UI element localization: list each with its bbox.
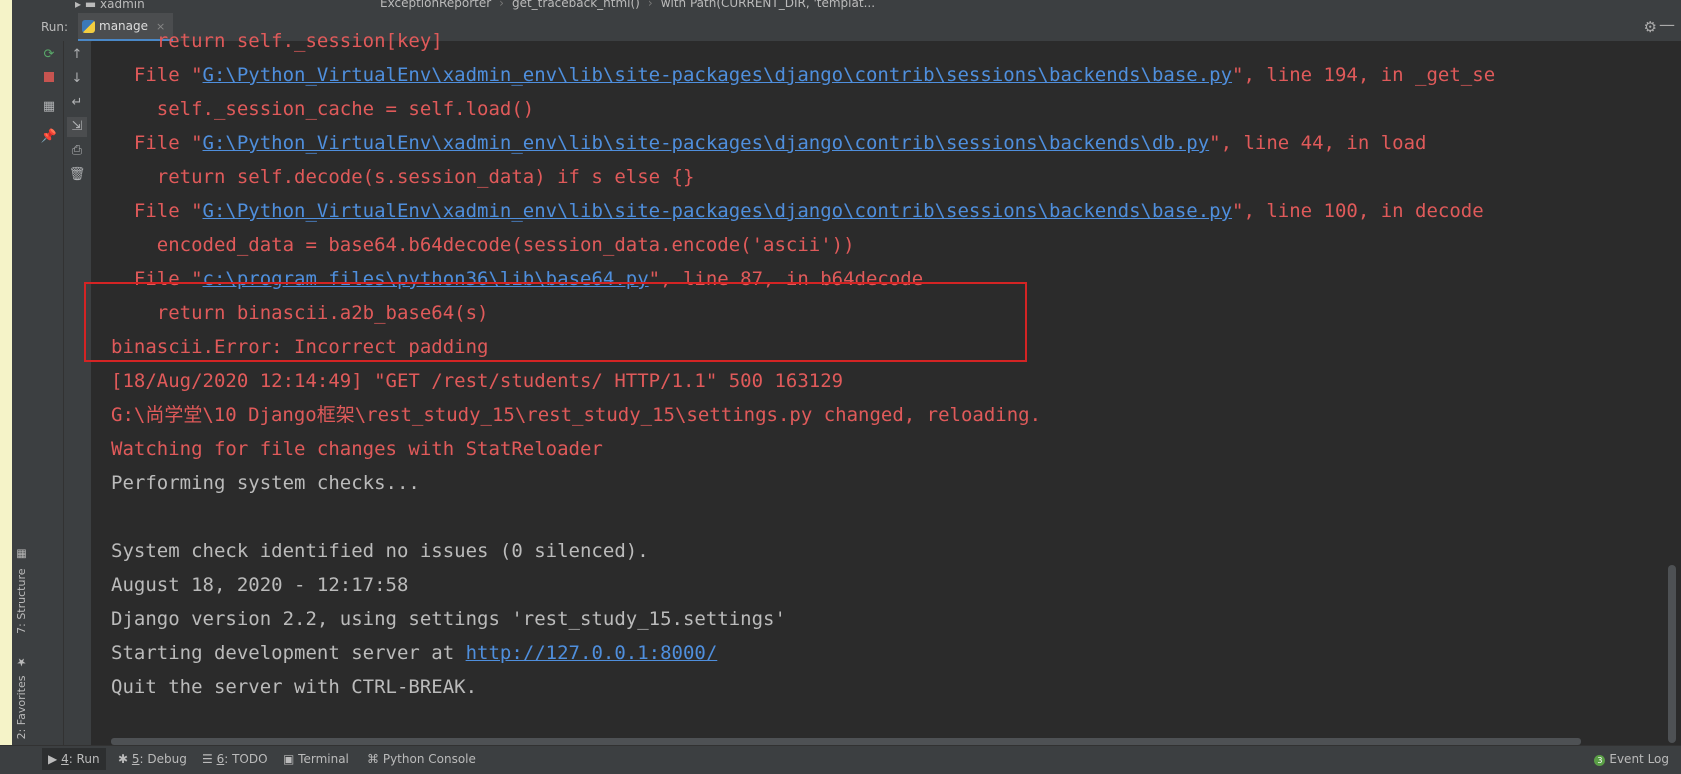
- console-line-text: August 18, 2020 - 12:17:58: [111, 574, 409, 596]
- tab-todo[interactable]: ☰ 6: TODO: [202, 752, 268, 766]
- console-file-link[interactable]: G:\Python_VirtualEnv\xadmin_env\lib\site…: [203, 64, 1233, 86]
- console-line: System check identified no issues (0 sil…: [111, 540, 649, 562]
- console-lines: return self._session[key] File "G:\Pytho…: [0, 0, 1668, 738]
- console-line-text: Starting development server at: [111, 642, 466, 664]
- console-line: Django version 2.2, using settings 'rest…: [111, 608, 786, 630]
- console-line: return self.decode(s.session_data) if s …: [111, 166, 695, 188]
- tab-run-label: : Run: [68, 752, 100, 766]
- error-highlight-box: [84, 282, 1027, 362]
- console-line-text: System check identified no issues (0 sil…: [111, 540, 649, 562]
- console-line-text: Performing system checks...: [111, 472, 420, 494]
- tab-run-number: 4: [61, 752, 69, 766]
- console-line: G:\尚学堂\10 Django框架\rest_study_15\rest_st…: [111, 404, 1041, 426]
- console-line: return self._session[key]: [111, 30, 443, 52]
- console-line: Starting development server at http://12…: [111, 642, 717, 664]
- console-line-text: Watching for file changes with StatReloa…: [111, 438, 603, 460]
- tab-debug-number: 5: [131, 752, 140, 766]
- console-line: Performing system checks...: [111, 472, 420, 494]
- console-line-text: return self.decode(s.session_data) if s …: [111, 166, 695, 188]
- console-line-suffix: ", line 100, in decode: [1232, 200, 1484, 222]
- tab-debug-label: : Debug: [139, 752, 187, 766]
- console-line-text: File ": [111, 132, 203, 154]
- console-line: Watching for file changes with StatReloa…: [111, 438, 603, 460]
- tab-debug[interactable]: ✱ 5: Debug: [118, 752, 187, 766]
- console-line: File "G:\Python_VirtualEnv\xadmin_env\li…: [111, 132, 1427, 154]
- console-line-suffix: ", line 44, in load: [1209, 132, 1427, 154]
- console-line-text: File ": [111, 200, 203, 222]
- tab-python-console[interactable]: ⌘ Python Console: [367, 752, 476, 766]
- debug-icon: ✱: [118, 752, 129, 766]
- console-line-text: Quit the server with CTRL-BREAK.: [111, 676, 478, 698]
- console-line-text: File ": [111, 64, 203, 86]
- tab-terminal-label: Terminal: [298, 752, 349, 766]
- console-line-text: Django version 2.2, using settings 'rest…: [111, 608, 786, 630]
- tab-python-console-label: Python Console: [382, 752, 476, 766]
- event-log-button[interactable]: 3 Event Log: [1594, 752, 1669, 766]
- console-file-link[interactable]: G:\Python_VirtualEnv\xadmin_env\lib\site…: [203, 132, 1210, 154]
- event-count-badge: 3: [1594, 755, 1606, 766]
- console-line-text: return self._session[key]: [111, 30, 443, 52]
- console-line-text: [18/Aug/2020 12:14:49] "GET /rest/studen…: [111, 370, 844, 392]
- console-line: self._session_cache = self.load(): [111, 98, 535, 120]
- console-line: encoded_data = base64.b64decode(session_…: [111, 234, 855, 256]
- tab-run[interactable]: ▶ 4: Run: [42, 748, 106, 770]
- terminal-icon: ▣: [283, 752, 295, 766]
- console-line: File "G:\Python_VirtualEnv\xadmin_env\li…: [111, 200, 1484, 222]
- console-line: File "G:\Python_VirtualEnv\xadmin_env\li…: [111, 64, 1495, 86]
- todo-icon: ☰: [202, 752, 213, 766]
- bottom-tool-window-bar: ▶ 4: Run ✱ 5: Debug ☰ 6: TODO ▣ Terminal…: [0, 745, 1681, 774]
- vertical-scrollbar[interactable]: [1668, 565, 1676, 743]
- run-icon: ▶: [48, 752, 58, 766]
- console-line: [18/Aug/2020 12:14:49] "GET /rest/studen…: [111, 370, 843, 392]
- console-line: Quit the server with CTRL-BREAK.: [111, 676, 477, 698]
- tab-todo-label: : TODO: [224, 752, 268, 766]
- console-line-text: encoded_data = base64.b64decode(session_…: [111, 234, 855, 256]
- tab-terminal[interactable]: ▣ Terminal: [283, 752, 349, 766]
- console-line: August 18, 2020 - 12:17:58: [111, 574, 408, 596]
- python-console-icon: ⌘: [367, 752, 379, 766]
- console-line-text: self._session_cache = self.load(): [111, 98, 535, 120]
- console-file-link[interactable]: G:\Python_VirtualEnv\xadmin_env\lib\site…: [203, 200, 1233, 222]
- console-file-link[interactable]: http://127.0.0.1:8000/: [466, 642, 718, 664]
- console-line-suffix: ", line 194, in _get_se: [1232, 64, 1496, 86]
- horizontal-scrollbar[interactable]: [111, 738, 1581, 745]
- console-line-text: G:\尚学堂\10 Django框架\rest_study_15\rest_st…: [111, 404, 1042, 426]
- event-log-label: Event Log: [1609, 752, 1669, 766]
